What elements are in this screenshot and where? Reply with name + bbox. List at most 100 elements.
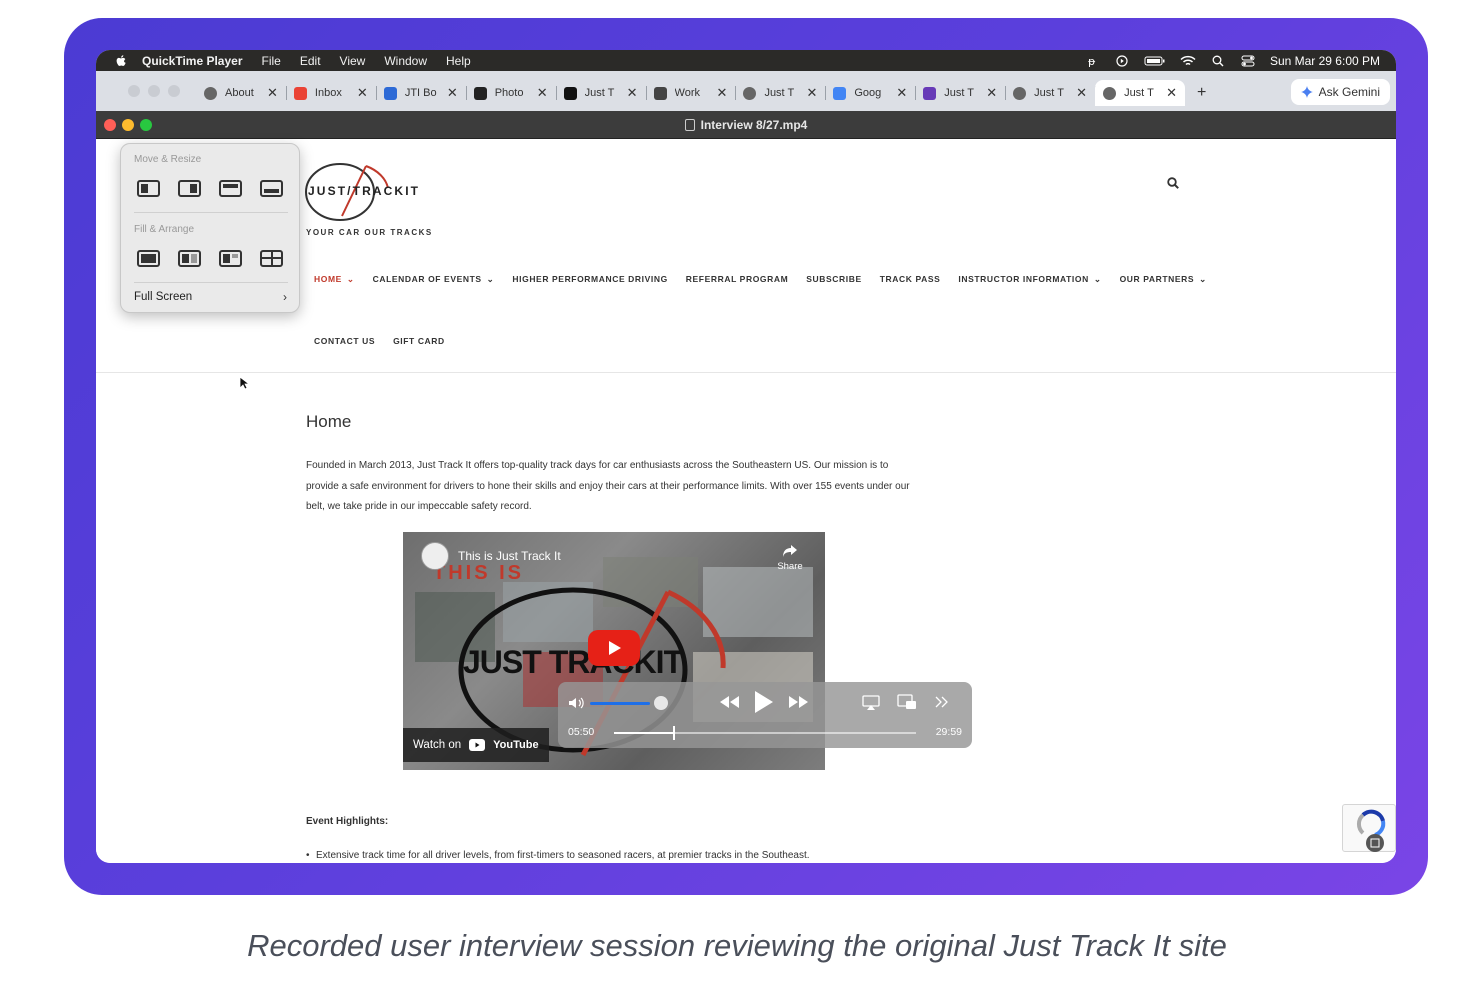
video-title[interactable]: This is Just Track It [458,549,561,563]
figma-icon[interactable]: ᵽ [1084,55,1100,67]
browser-tab-label: Just T [584,87,615,99]
video-share-button[interactable]: Share [777,544,803,572]
full-screen-option[interactable]: Full Screen [134,291,192,303]
browser-tab[interactable]: Goog ✕ [825,80,917,106]
tile-bottom-half-icon[interactable] [260,180,283,197]
nav-item[interactable]: CONTACT US [314,336,375,346]
control-center-icon[interactable] [1240,55,1256,67]
menu-edit[interactable]: Edit [300,54,321,68]
arrange-thirds-icon[interactable] [219,250,242,267]
menubar-clock[interactable]: Sun Mar 29 6:00 PM [1270,54,1380,68]
close-tab-icon[interactable]: ✕ [537,85,548,101]
browser-tab[interactable]: Just T ✕ [735,80,827,106]
picture-in-picture-icon[interactable] [897,694,917,710]
tile-right-half-icon[interactable] [178,180,201,197]
battery-icon[interactable] [1144,55,1166,67]
scrubber-progress [614,732,673,734]
just-trackit-logo[interactable]: JUST/TRACKIT [304,160,422,222]
watch-on-youtube-link[interactable]: Watch on YouTube [403,728,549,762]
nav-item-label: OUR PARTNERS [1119,274,1195,284]
browser-tab-label: JTI Bo [404,87,437,99]
close-tab-icon[interactable]: ✕ [1076,85,1087,101]
browser-tab[interactable]: Just T ✕ [1095,80,1185,106]
close-tab-icon[interactable]: ✕ [806,85,817,101]
nav-item-label: SUBSCRIBE [806,274,862,284]
nav-item[interactable]: TRACK PASS [880,274,941,285]
rewind-icon[interactable] [718,694,740,710]
browser-minimize-control[interactable] [148,85,160,97]
browser-tab[interactable]: Just T ✕ [1005,80,1097,106]
site-tagline: YOUR CAR OUR TRACKS [306,228,433,237]
fill-screen-icon[interactable] [137,250,160,267]
youtube-play-button[interactable] [588,630,640,666]
browser-tab-label: Just T [764,87,795,99]
menu-help[interactable]: Help [446,54,471,68]
browser-zoom-control[interactable] [168,85,180,97]
nav-item[interactable]: SUBSCRIBE [806,274,861,285]
volume-slider[interactable] [590,702,650,705]
menu-view[interactable]: View [340,54,366,68]
nav-item[interactable]: HIGHER PERFORMANCE DRIVING [512,274,667,285]
close-tab-icon[interactable]: ✕ [627,85,638,101]
arrange-halves-icon[interactable] [178,250,201,267]
apple-icon[interactable] [114,54,128,68]
wifi-icon[interactable] [1180,55,1196,67]
browser-tab-label: Goog [854,87,882,99]
nav-item[interactable]: OUR PARTNERS ⌄ [1120,274,1207,285]
photo-icon [473,86,487,100]
channel-avatar[interactable] [421,542,449,570]
volume-slider-knob[interactable] [654,696,668,710]
intro-line: Founded in March 2013, Just Track It off… [306,460,889,471]
jt-icon [563,86,577,100]
close-tab-icon[interactable]: ✕ [896,85,907,101]
menu-file[interactable]: File [262,54,281,68]
chevron-down-icon: ⌄ [486,274,495,284]
browser-tab[interactable]: Photo ✕ [466,80,557,106]
browser-tab[interactable]: About ✕ [196,80,287,106]
chevron-right-icon[interactable]: › [283,290,287,304]
menu-app-name[interactable]: QuickTime Player [142,54,243,68]
share-label: Share [777,561,803,572]
scrubber-playhead[interactable] [672,726,675,740]
close-tab-icon[interactable]: ✕ [717,85,728,101]
browser-tab[interactable]: Inbox ✕ [286,80,377,106]
elapsed-time: 05:50 [568,726,595,738]
close-tab-icon[interactable]: ✕ [357,85,368,101]
play-status-icon[interactable] [1114,54,1130,67]
new-tab-button[interactable]: + [1197,84,1206,102]
browser-close-control[interactable] [128,85,140,97]
gmail-icon [293,86,307,100]
recaptcha-badge[interactable] [1342,804,1396,852]
header-divider [96,372,1396,373]
close-tab-icon[interactable]: ✕ [267,85,278,101]
ask-gemini-button[interactable]: Ask Gemini [1290,79,1390,105]
quicktime-controls: 05:50 29:59 [558,682,972,748]
svg-text:ᵽ: ᵽ [1088,55,1096,67]
fill-arrange-options [137,250,283,267]
play-icon[interactable] [753,689,775,715]
browser-tab[interactable]: Just T ✕ [915,80,1007,106]
browser-tab[interactable]: Work ✕ [646,80,737,106]
nav-item[interactable]: GIFT CARD [393,336,445,346]
browser-tab[interactable]: JTI Bo ✕ [376,80,467,106]
menu-window[interactable]: Window [384,54,427,68]
volume-icon[interactable] [568,696,586,710]
nav-item[interactable]: HOME ⌄ [314,274,355,285]
svg-text:JUST/TRACKIT: JUST/TRACKIT [308,184,419,198]
arrange-quarters-icon[interactable] [260,250,283,267]
fast-forward-icon[interactable] [788,694,810,710]
close-tab-icon[interactable]: ✕ [1166,85,1177,101]
nav-item[interactable]: CALENDAR OF EVENTS ⌄ [373,274,495,285]
more-controls-icon[interactable] [934,696,950,708]
nav-item[interactable]: REFERRAL PROGRAM [686,274,788,285]
airplay-icon[interactable] [862,695,880,711]
browser-tab[interactable]: Just T ✕ [556,80,647,106]
play-triangle-icon [609,641,621,655]
nav-item[interactable]: INSTRUCTOR INFORMATION ⌄ [958,274,1101,285]
tile-left-half-icon[interactable] [137,180,160,197]
spotlight-search-icon[interactable] [1210,55,1226,67]
tile-top-half-icon[interactable] [219,180,242,197]
site-search-icon[interactable] [1166,176,1180,190]
close-tab-icon[interactable]: ✕ [986,85,997,101]
close-tab-icon[interactable]: ✕ [447,85,458,101]
